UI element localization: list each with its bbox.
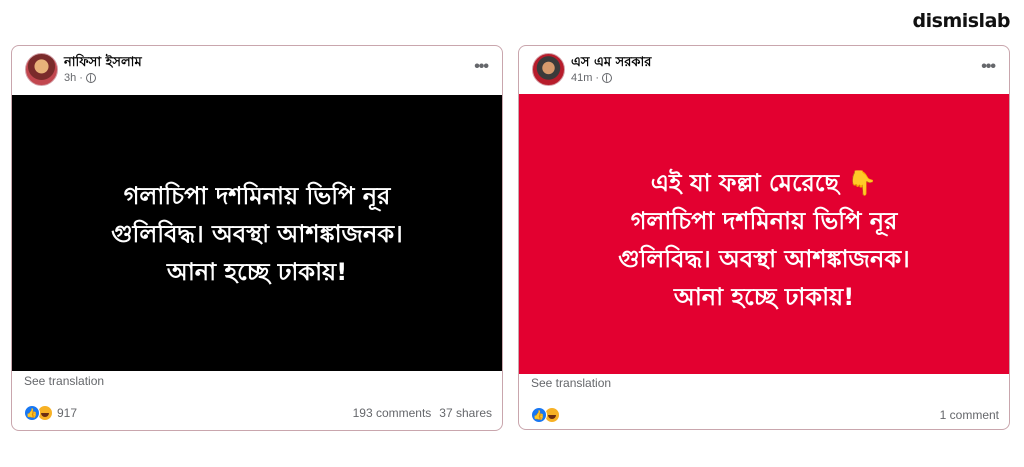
facebook-post-1: নাফিসা ইসলাম 3h · ••• গলাচিপা দশমিনায় ভ… — [11, 45, 503, 431]
author-name[interactable]: নাফিসা ইসলাম — [64, 53, 142, 74]
like-reaction-icon: 👍 — [24, 405, 40, 421]
author-name[interactable]: এস এম সরকার — [571, 53, 651, 74]
reactions[interactable]: 👍 — [531, 407, 560, 423]
post-image[interactable]: গলাচিপা দশমিনায় ভিপি নূর গুলিবিদ্ধ। অবস… — [12, 95, 502, 371]
reaction-count[interactable]: 917 — [57, 406, 77, 420]
dismislab-logo: dismislab — [912, 10, 1011, 32]
facebook-post-2: এস এম সরকার 41m · ••• এই যা ফল্লা মেরেছে… — [518, 45, 1010, 430]
post-footer: 👍 917 193 comments 37 shares — [24, 403, 492, 423]
post-stats: 1 comment — [940, 408, 999, 422]
post-meta: 41m · — [571, 72, 613, 84]
post-image-text: গলাচিপা দশমিনায় ভিপি নূর গুলিবিদ্ধ। অবস… — [111, 182, 403, 286]
avatar[interactable] — [532, 53, 565, 86]
post-stats: 193 comments 37 shares — [353, 406, 492, 420]
post-footer: 👍 1 comment — [531, 405, 999, 425]
comments-count[interactable]: 1 comment — [940, 408, 999, 422]
post-image-text: এই যা ফল্লা মেরেছে 👇 গলাচিপা দশমিনায় ভি… — [618, 169, 910, 311]
globe-icon — [602, 73, 613, 83]
post-time[interactable]: 41m — [571, 72, 592, 84]
see-translation-link[interactable]: See translation — [531, 376, 611, 390]
like-reaction-icon: 👍 — [531, 407, 547, 423]
post-time[interactable]: 3h — [64, 72, 76, 84]
more-options-icon[interactable]: ••• — [981, 59, 996, 75]
post-header: নাফিসা ইসলাম 3h · ••• — [12, 46, 502, 94]
reactions[interactable]: 👍 917 — [24, 405, 77, 421]
more-options-icon[interactable]: ••• — [474, 59, 489, 75]
avatar[interactable] — [25, 53, 58, 86]
post-header: এস এম সরকার 41m · ••• — [519, 46, 1009, 94]
see-translation-link[interactable]: See translation — [24, 374, 104, 388]
comments-count[interactable]: 193 comments — [353, 406, 432, 420]
globe-icon — [85, 73, 96, 83]
shares-count[interactable]: 37 shares — [439, 406, 492, 420]
post-meta: 3h · — [64, 72, 96, 84]
post-image[interactable]: এই যা ফল্লা মেরেছে 👇 গলাচিপা দশমিনায় ভি… — [519, 94, 1009, 374]
